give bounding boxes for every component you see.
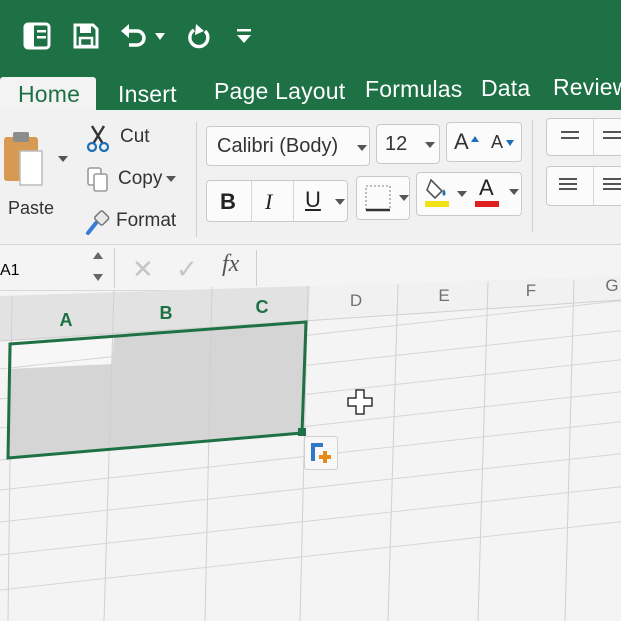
- column-gridline: [564, 279, 575, 621]
- worksheet-grid[interactable]: A B C D E F G: [0, 0, 621, 621]
- column-header-b[interactable]: B: [160, 303, 173, 323]
- column-header-d[interactable]: D: [350, 291, 362, 310]
- row-gridline: [0, 521, 621, 591]
- column-header-g[interactable]: G: [605, 276, 618, 295]
- column-header-c[interactable]: C: [256, 297, 269, 317]
- cell-cursor-icon: [347, 389, 373, 415]
- quick-analysis-button[interactable]: [304, 436, 338, 470]
- column-gridline: [477, 281, 489, 621]
- quick-analysis-icon: [311, 443, 331, 463]
- row-gridline: [0, 486, 621, 556]
- column-gridline: [387, 283, 399, 621]
- fill-handle[interactable]: [298, 428, 306, 436]
- column-header-f[interactable]: F: [526, 281, 536, 300]
- column-header-a[interactable]: A: [60, 310, 73, 330]
- excel-window: Home Insert Page Layout Formulas Data Re…: [0, 0, 621, 621]
- column-header-e[interactable]: E: [438, 286, 449, 305]
